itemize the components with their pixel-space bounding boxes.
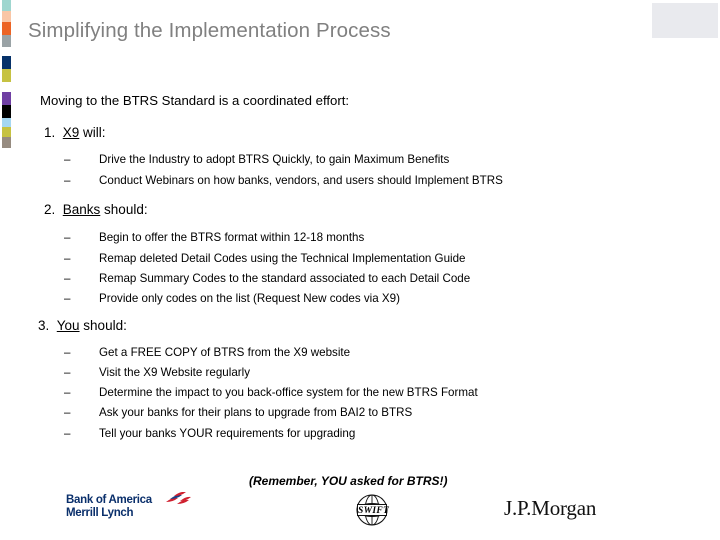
bullet-dash-icon: – [64,153,71,166]
bullet-text: Tell your banks YOUR requirements for up… [99,427,356,440]
section-rest: will: [79,125,106,140]
boaml-line2: Merrill Lynch [66,507,134,519]
bullet-dash-icon: – [64,406,71,419]
color-band-2 [2,22,11,35]
bullet-text: Get a FREE COPY of BTRS from the X9 webs… [99,346,351,359]
lead-text: Moving to the BTRS Standard is a coordin… [40,93,350,108]
color-band-3 [2,35,11,47]
decorative-color-strip [2,0,11,148]
section-keyword: Banks [62,202,101,217]
bullet-dash-icon: – [64,366,71,379]
bullet-text: Determine the impact to you back-office … [99,386,478,399]
bullet-dash-icon: – [64,292,71,305]
section-keyword: You [56,318,80,333]
section-heading-3: 3. You should: [38,318,127,333]
color-band-0 [2,0,11,11]
color-band-6 [2,69,11,82]
section-number: 2. [44,202,63,217]
swift-wordmark: SWIFT [357,504,390,516]
bullet-dash-icon: – [64,386,71,399]
section-keyword: X9 [62,125,80,140]
swift-logo: SWIFT [352,492,392,528]
bullet-text: Drive the Industry to adopt BTRS Quickly… [99,153,450,166]
bullet-text: Ask your banks for their plans to upgrad… [99,406,413,419]
color-band-5 [2,56,11,69]
footer-note: (Remember, YOU asked for BTRS!) [249,474,448,488]
x9-logo: X9 [652,3,718,38]
section-heading-2: 2. Banks should: [44,202,148,217]
section-number: 3. [38,318,57,333]
bullet-text: Begin to offer the BTRS format within 12… [99,231,365,244]
jpmorgan-logo: J.P.Morgan [504,496,597,520]
bank-of-america-merrill-lynch-logo: Bank of America Merrill Lynch [66,492,191,524]
bullet-text: Remap Summary Codes to the standard asso… [99,272,471,285]
color-band-12 [2,137,11,148]
x9-logo-plate [652,3,718,38]
color-band-9 [2,105,11,118]
bullet-text: Visit the X9 Website regularly [99,366,251,379]
color-band-8 [2,92,11,105]
bullet-dash-icon: – [64,174,71,187]
color-band-4 [2,47,11,56]
color-band-1 [2,11,11,22]
color-band-7 [2,82,11,92]
boaml-line1: Bank of America [66,494,152,506]
section-rest: should: [79,318,127,333]
bullet-text: Conduct Webinars on how banks, vendors, … [99,174,503,187]
page-title: Simplifying the Implementation Process [28,19,391,42]
section-heading-1: 1. X9 will: [44,125,106,140]
color-band-10 [2,118,11,127]
bullet-dash-icon: – [64,427,71,440]
bullet-dash-icon: – [64,346,71,359]
boaml-flag-icon [166,492,191,504]
section-number: 1. [44,125,63,140]
bullet-dash-icon: – [64,272,71,285]
bullet-text: Provide only codes on the list (Request … [99,292,400,305]
bullet-dash-icon: – [64,252,71,265]
color-band-11 [2,127,11,137]
section-rest: should: [100,202,148,217]
bullet-text: Remap deleted Detail Codes using the Tec… [99,252,466,265]
bullet-dash-icon: – [64,231,71,244]
